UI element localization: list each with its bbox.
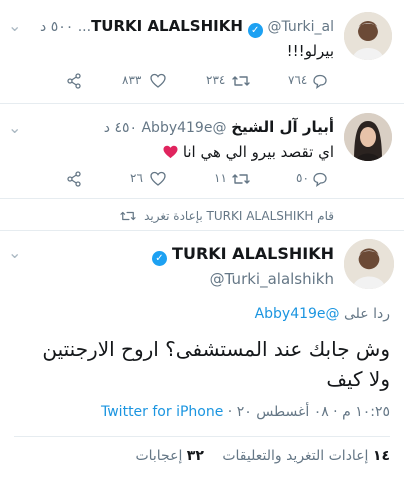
- reply-count: ٥٠: [296, 171, 309, 185]
- retweet-icon[interactable]: [232, 171, 250, 187]
- chevron-down-icon[interactable]: ⌄: [8, 243, 21, 262]
- tweet-actions: ٨٣٣ ٢٣٤ ٧٦٤: [60, 72, 330, 90]
- retweet-count: ٢٣٤: [206, 73, 226, 87]
- retweet-note: قام TURKI ALALSHIKH بإعادة تغريد: [144, 209, 334, 223]
- verified-badge-icon: ✓: [247, 23, 263, 38]
- tweet-header: أبيار آل الشيخ @Abby419e ٤٥٠ د: [14, 118, 334, 136]
- retweets-count: ١٤: [372, 448, 390, 464]
- timestamp: ١٠:٢٥ م · ٠٨ أغسطس ٢٠ ·: [223, 404, 390, 420]
- likes-count: ٣٢: [186, 448, 204, 464]
- divider: [0, 230, 404, 231]
- timestamp-row: ١٠:٢٥ م · ٠٨ أغسطس ٢٠ · Twitter for iPho…: [101, 404, 390, 420]
- heart-emoji-icon: [163, 145, 178, 163]
- like-count: ٨٣٣: [122, 73, 142, 87]
- reply-context: ردا على @Abby419e: [255, 306, 390, 322]
- display-name[interactable]: أبيار آل الشيخ: [231, 118, 334, 136]
- divider: [0, 103, 404, 104]
- display-name[interactable]: TURKI ALALSHIKH: [172, 244, 334, 263]
- retweet-small-icon: [120, 209, 136, 226]
- tweet-text-row: اي تقصد بيرو الي هي انا: [163, 143, 334, 163]
- verified-badge-icon: ✓: [151, 251, 167, 266]
- tweet-header: TURKI ALALSHIKH ✓ @Turki_al... ٥٠٠ د: [14, 17, 334, 38]
- likes-stat[interactable]: ٣٢ إعجابات: [135, 448, 203, 464]
- reply-to-link[interactable]: @Abby419e: [255, 306, 340, 322]
- retweets-label: إعادات التغريد والتعليقات: [222, 448, 369, 464]
- tweet-text: بيرلو!!!: [286, 42, 334, 60]
- main-text-line: ولا كيف: [326, 367, 390, 391]
- chevron-down-icon[interactable]: ⌄: [8, 118, 21, 137]
- reply-prefix: ردا على: [344, 306, 390, 322]
- main-tweet-text: وش جابك عند المستشفى؟ اروح الارجنتين ولا…: [10, 334, 390, 394]
- retweets-stat[interactable]: ١٤ إعادات التغريد والتعليقات: [218, 448, 390, 464]
- like-count: ٢٦: [130, 171, 143, 185]
- main-text-line: وش جابك عند المستشفى؟ اروح الارجنتين: [42, 337, 390, 361]
- retweet-note-row: قام TURKI ALALSHIKH بإعادة تغريد: [120, 209, 334, 226]
- display-name[interactable]: TURKI ALALSHIKH: [91, 17, 243, 35]
- divider: [14, 436, 390, 437]
- user-handle[interactable]: @Turki_alalshikh: [210, 270, 334, 288]
- reply-icon[interactable]: [312, 73, 328, 89]
- tweet-text: اي تقصد بيرو الي هي انا: [182, 143, 334, 161]
- heart-icon[interactable]: [150, 73, 166, 89]
- likes-label: إعجابات: [135, 448, 183, 464]
- share-icon[interactable]: [66, 171, 82, 187]
- divider: [0, 198, 404, 199]
- avatar[interactable]: [344, 239, 394, 289]
- chevron-down-icon[interactable]: ⌄: [8, 16, 21, 35]
- avatar[interactable]: [344, 113, 392, 161]
- heart-icon[interactable]: [150, 171, 166, 187]
- retweet-count: ١١: [214, 171, 227, 185]
- retweet-icon[interactable]: [232, 73, 250, 89]
- share-icon[interactable]: [66, 73, 82, 89]
- avatar[interactable]: [344, 12, 392, 60]
- main-header-name: TURKI ALALSHIKH ✓: [151, 244, 334, 266]
- tweet-actions: ٢٦ ١١ ٥٠: [60, 170, 330, 188]
- reply-count: ٧٦٤: [288, 73, 308, 87]
- source-link[interactable]: Twitter for iPhone: [101, 404, 223, 420]
- handle-time: @Abby419e ٤٥٠ د: [103, 120, 227, 136]
- reply-icon[interactable]: [312, 171, 328, 187]
- engagement-stats: ١٤ إعادات التغريد والتعليقات ٣٢ إعجابات: [135, 448, 390, 464]
